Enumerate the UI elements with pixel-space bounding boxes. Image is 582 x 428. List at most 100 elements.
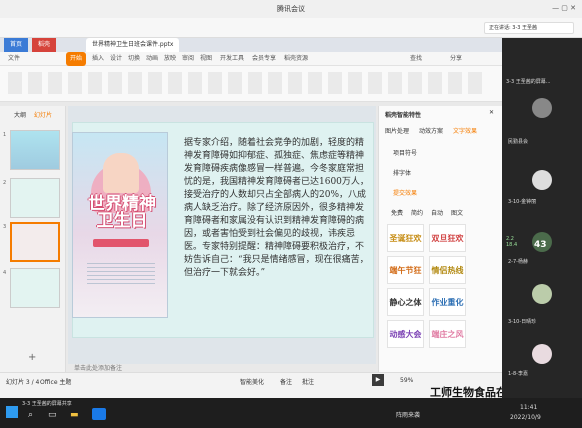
play-icon[interactable]: ▶ <box>372 374 384 386</box>
menu-search[interactable]: 查找 <box>410 52 422 66</box>
participant-item[interactable]: 3-10-金钟丽 <box>502 170 582 208</box>
section-effects[interactable]: 提交效果 <box>393 188 417 197</box>
thumb-number: 4 <box>3 270 7 276</box>
wps-tab-bar: 首页 稻壳 世界精神卫生日班会课件.pptx <box>0 38 502 52</box>
slide-thumbnail-2[interactable] <box>10 178 60 218</box>
status-bar: 单击此处添加备注 幻灯片 3 / 4 Office 主题 智能美化 备注 批注 … <box>0 365 502 398</box>
clock-date: 2022/10/9 <box>510 414 541 421</box>
menu-animation[interactable]: 动画 <box>146 52 158 66</box>
notes-prompt[interactable]: 单击此处添加备注 <box>74 363 122 372</box>
avatar <box>532 284 552 304</box>
thumb-number: 2 <box>3 180 7 186</box>
tab-slides[interactable]: 幻灯片 <box>34 110 52 119</box>
avatar <box>532 98 552 118</box>
menu-start[interactable]: 开始 <box>66 52 87 66</box>
text-style-8[interactable]: 端庄之风 <box>429 320 466 348</box>
cpu-percent: 43 <box>534 240 547 250</box>
menu-transition[interactable]: 切换 <box>128 52 140 66</box>
text-style-5[interactable]: 静心之体 <box>387 288 424 316</box>
slide-thumbnail-4[interactable] <box>10 268 60 308</box>
avatar <box>532 170 552 190</box>
participant-name: 民勤县会 <box>508 139 529 145</box>
text-style-1[interactable]: 圣诞狂欢 <box>387 224 424 252</box>
menu-vip[interactable]: 会员专享 <box>252 52 276 66</box>
text-style-4[interactable]: 情侣热线 <box>429 256 466 284</box>
tab-docer[interactable]: 稻壳 <box>32 38 57 52</box>
speaking-label: 正在讲话: 3-3 王圣茜 <box>489 25 538 31</box>
windows-start-icon[interactable] <box>6 406 18 418</box>
notes-button[interactable]: 备注 <box>280 377 292 386</box>
menu-design[interactable]: 设计 <box>110 52 122 66</box>
subtab-auto[interactable]: 自动 <box>431 208 443 217</box>
tab-document[interactable]: 世界精神卫生日班会课件.pptx <box>86 38 180 52</box>
comment-button[interactable]: 批注 <box>302 377 314 386</box>
speaking-indicator: 正在讲话: 3-3 王圣茜 <box>484 22 574 34</box>
theme-name: Office 主题 <box>40 379 72 386</box>
menu-view[interactable]: 视图 <box>200 52 212 66</box>
wps-ribbon <box>0 66 502 102</box>
ribbon-icons <box>8 72 488 94</box>
weather-label: 阵雨来袭 <box>396 412 421 419</box>
search-icon[interactable]: ⌕ <box>28 410 33 420</box>
meeting-app-icon[interactable] <box>92 408 106 420</box>
poster-title: 世界精神 卫生日 <box>88 194 156 231</box>
participant-name: 3-10-金钟丽 <box>508 199 537 205</box>
tab-home[interactable]: 首页 <box>4 38 29 52</box>
panel-tab-motion[interactable]: 动效方案 <box>419 126 443 135</box>
participant-item[interactable]: 1-8-李嘉 <box>502 344 582 382</box>
participant-name: 1-8-李嘉 <box>508 371 528 377</box>
window-title: 腾讯会议 <box>277 5 305 13</box>
slide-thumbnail-1[interactable] <box>10 130 60 170</box>
menu-file[interactable]: 文件 <box>8 52 20 66</box>
subtab-simple[interactable]: 简约 <box>411 208 423 217</box>
participant-item[interactable]: 民勤县会 <box>502 132 582 170</box>
subtab-free[interactable]: 免费 <box>391 208 403 217</box>
subtab-graphic[interactable]: 图文 <box>451 208 463 217</box>
participant-name: 3-3 王圣茜的屏幕... <box>506 79 551 85</box>
folder-icon[interactable]: ▬ <box>70 410 79 420</box>
participant-item[interactable]: 3-10-日晴珍 <box>502 284 582 325</box>
panel-header: 稻壳智能特性 <box>385 112 422 119</box>
poster-caption <box>87 263 155 287</box>
slide-body-text[interactable]: 据专家介绍，随着社会竞争的加剧，轻度的精神发育障碍如抑郁症、孤独症、焦虑症等精神… <box>184 137 369 280</box>
close-icon[interactable]: ✕ <box>489 109 494 116</box>
tab-outline[interactable]: 大纲 <box>14 110 26 119</box>
smart-beautify-button[interactable]: 智能美化 <box>240 377 264 386</box>
text-style-7[interactable]: 动感大会 <box>387 320 424 348</box>
panel-tab-text-effect[interactable]: 文字效果 <box>453 126 477 135</box>
add-slide-icon[interactable]: + <box>28 352 36 363</box>
thumb-number: 1 <box>3 132 7 138</box>
taskview-icon[interactable]: ▭ <box>48 410 57 420</box>
text-style-3[interactable]: 端午节狂 <box>387 256 424 284</box>
text-style-6[interactable]: 作业重化 <box>429 288 466 316</box>
panel-tab-image[interactable]: 图片处理 <box>385 126 409 135</box>
poster-image[interactable]: 世界精神 卫生日 <box>72 132 168 318</box>
thumb-number: 3 <box>3 224 7 230</box>
menu-share[interactable]: 分享 <box>450 52 462 66</box>
participant-item[interactable] <box>502 98 582 136</box>
taskbar-share[interactable]: 3-3 王圣茜的屏幕共享 <box>22 398 80 410</box>
clock-time: 11:41 <box>520 404 538 411</box>
menu-review[interactable]: 审阅 <box>182 52 194 66</box>
slide-thumbnail-panel: 大纲 幻灯片 1 2 3 4 + <box>0 106 66 372</box>
participant-name: 2-7-杨赫 <box>508 259 528 265</box>
slide-thumbnail-3[interactable] <box>10 222 60 262</box>
section-fonts[interactable]: 排字体 <box>393 168 411 177</box>
menu-docer[interactable]: 稻壳资源 <box>284 52 308 66</box>
slide-info: 幻灯片 3 / 4 <box>6 379 40 386</box>
text-style-2[interactable]: 双旦狂欢 <box>429 224 466 252</box>
avatar <box>532 344 552 364</box>
menu-insert[interactable]: 插入 <box>92 52 104 66</box>
menu-devtools[interactable]: 开发工具 <box>220 52 244 66</box>
wps-menu-bar: 文件 开始 插入 设计 切换 动画 放映 审阅 视图 开发工具 会员专享 稻壳资… <box>0 52 502 66</box>
meeting-toolbar: 正在讲话: 3-3 王圣茜 <box>0 18 582 38</box>
window-controls[interactable]: — ▢ ✕ <box>552 4 576 12</box>
participant-name: 3-10-日晴珍 <box>508 319 537 325</box>
menu-slideshow[interactable]: 放映 <box>164 52 176 66</box>
taskbar: 3-3 王圣茜的屏幕共享 ⌕ ▭ ▬ 阵雨来袭 11:41 2022/10/9 <box>0 398 582 428</box>
zoom-level: 59% <box>400 377 414 384</box>
network-stats: 2.2 18.4 <box>506 236 518 248</box>
cartoon-people-icon <box>103 153 139 193</box>
section-bullets[interactable]: 项目符号 <box>393 148 417 157</box>
window-title-bar: 腾讯会议 <box>0 0 582 18</box>
